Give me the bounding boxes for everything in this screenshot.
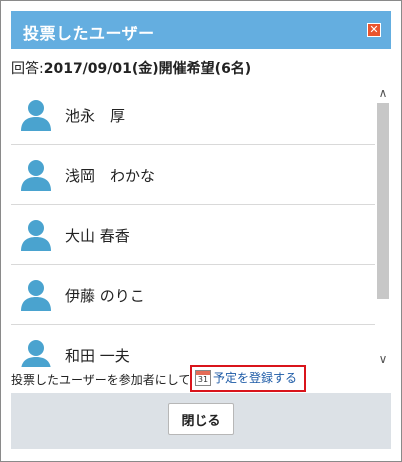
dialog-titlebar: 投票したユーザー ✕ [11,11,391,49]
user-avatar-icon [21,220,51,251]
user-avatar-icon [21,340,51,367]
chevron-up-icon[interactable]: ∧ [375,85,391,101]
calendar-icon: 31 [195,369,211,386]
dialog-footer: 閉じる [11,393,391,449]
calendar-icon-number: 31 [197,374,209,384]
close-button[interactable]: 閉じる [168,403,234,435]
register-link-label: 予定を登録する [213,371,298,385]
user-name: 浅岡 わかな [65,167,156,185]
user-name: 和田 一夫 [65,347,130,365]
answer-text: 2017/09/01(金)開催希望(6名) [43,61,252,77]
close-icon[interactable]: ✕ [367,23,381,37]
list-item: 和田 一夫 [11,325,375,367]
answer-heading: 回答:2017/09/01(金)開催希望(6名) [11,58,251,78]
user-avatar-icon [21,280,51,311]
user-name: 池永 厚 [65,107,126,125]
user-list: 池永 厚 浅岡 わかな 大山 春香 伊藤 のりこ 和田 一夫 [11,85,375,367]
user-avatar-icon [21,160,51,191]
chevron-down-icon[interactable]: ∨ [375,351,391,367]
scroll-track[interactable] [377,103,389,349]
user-avatar-icon [21,100,51,131]
list-item: 池永 厚 [11,85,375,145]
voters-dialog: 投票したユーザー ✕ 回答:2017/09/01(金)開催希望(6名) 池永 厚… [0,0,402,462]
dialog-title: 投票したユーザー [23,24,155,43]
list-scrollbar[interactable]: ∧ ∨ [375,85,391,367]
scroll-thumb[interactable] [377,103,389,299]
user-list-viewport[interactable]: 池永 厚 浅岡 わかな 大山 春香 伊藤 のりこ 和田 一夫 ∧ ∨ [11,85,391,367]
list-item: 浅岡 わかな [11,145,375,205]
answer-prefix: 回答: [11,61,44,77]
register-schedule-link[interactable]: 31 予定を登録する [195,369,297,386]
register-description: 投票したユーザーを参加者にして [11,373,191,387]
list-item: 大山 春香 [11,205,375,265]
user-name: 大山 春香 [65,227,130,245]
list-item: 伊藤 のりこ [11,265,375,325]
user-name: 伊藤 のりこ [65,287,145,305]
